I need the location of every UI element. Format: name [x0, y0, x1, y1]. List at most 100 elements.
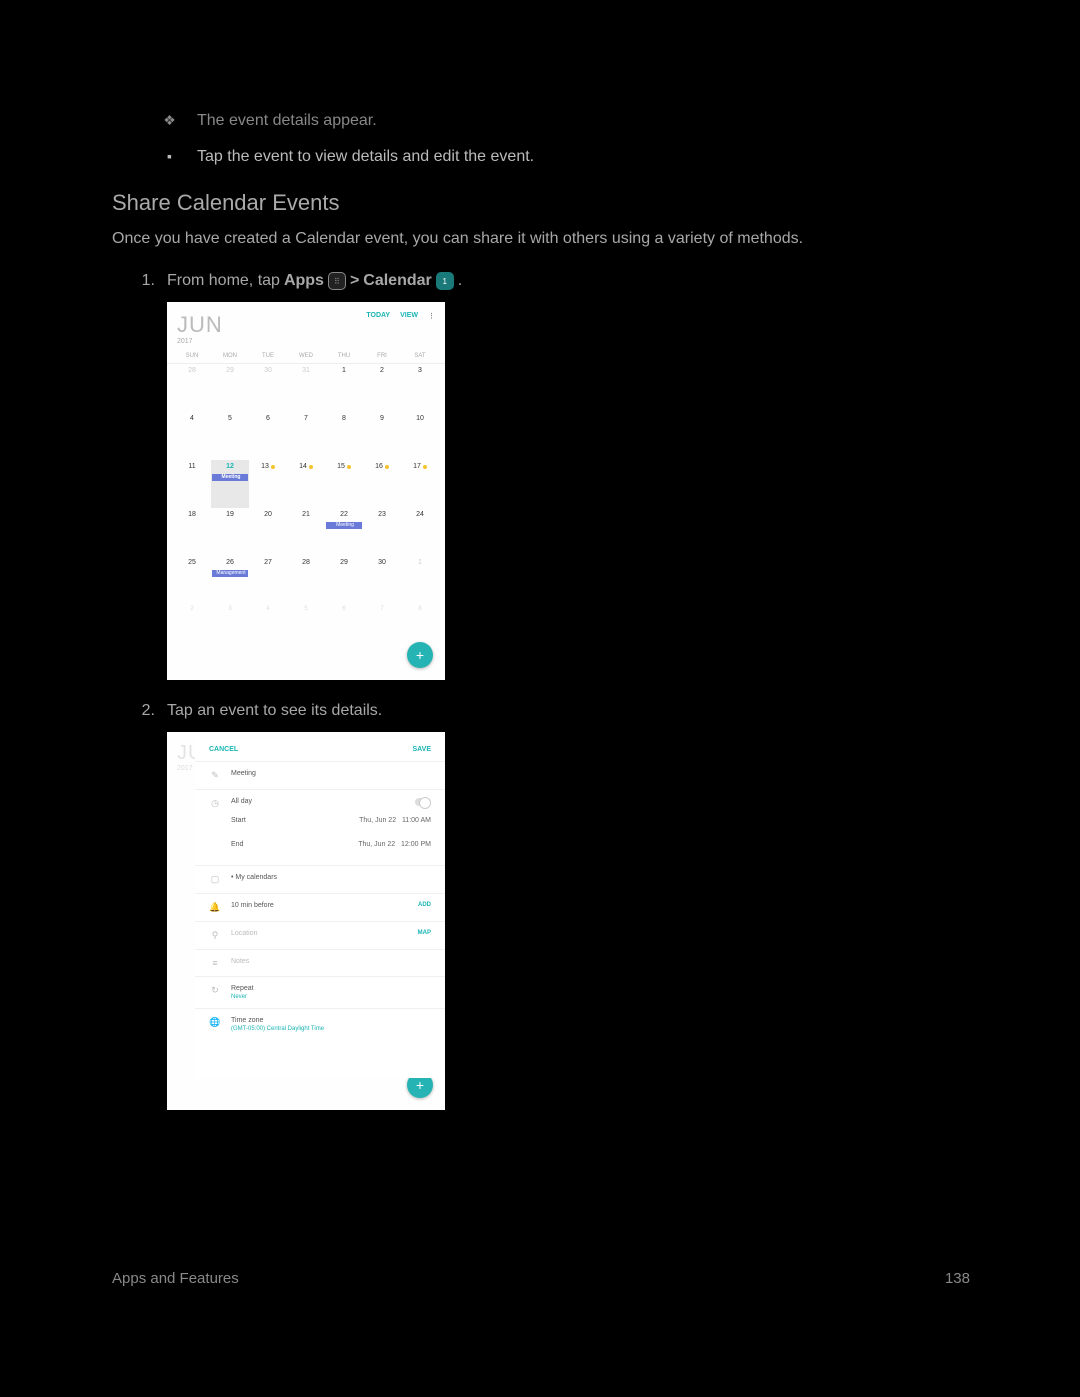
calendar-grid: 28293031123456789101112Meeting1314151617…: [167, 364, 445, 604]
calendar-cell[interactable]: 7: [287, 412, 325, 460]
calendar-cell[interactable]: 31: [287, 364, 325, 412]
calendar-cell[interactable]: 30: [363, 556, 401, 604]
trail-cell: 2: [173, 606, 211, 612]
calendar-cell[interactable]: 6: [249, 412, 287, 460]
calendar-cell[interactable]: 28: [173, 364, 211, 412]
calendar-cell[interactable]: 1: [325, 364, 363, 412]
bullet-tap-event: ▪ Tap the event to view details and edit…: [112, 148, 970, 166]
map-button[interactable]: MAP: [418, 930, 431, 936]
dow-cell: SUN: [173, 353, 211, 359]
calendar-cell[interactable]: 14: [287, 460, 325, 508]
trail-cell: 6: [325, 606, 363, 612]
calendar-cell[interactable]: 19: [211, 508, 249, 556]
calendar-cell[interactable]: 15: [325, 460, 363, 508]
calendar-cell[interactable]: 13: [249, 460, 287, 508]
step-end: .: [458, 272, 462, 290]
calendar-cell[interactable]: 30: [249, 364, 287, 412]
bullet-text: The event details appear.: [197, 112, 970, 130]
calendar-label: Calendar: [363, 272, 431, 290]
apps-label: Apps: [284, 272, 324, 290]
cancel-button[interactable]: CANCEL: [209, 746, 238, 753]
add-event-fab[interactable]: +: [407, 642, 433, 668]
save-button[interactable]: SAVE: [412, 746, 431, 753]
timezone-value: (GMT-05:00) Central Daylight Time: [231, 1026, 431, 1032]
event-edit-modal: CANCEL SAVE ✎ Meeting ◷ All day Start Th…: [195, 738, 445, 1078]
footer-page-number: 138: [945, 1270, 970, 1287]
notes-field[interactable]: Notes: [231, 958, 431, 965]
calendar-cell[interactable]: 29: [325, 556, 363, 604]
calendar-cell[interactable]: 8: [325, 412, 363, 460]
calendar-cell[interactable]: 2: [363, 364, 401, 412]
today-button[interactable]: TODAY: [366, 312, 390, 320]
calendar-cell[interactable]: 11: [173, 460, 211, 508]
calendar-cell[interactable]: 20: [249, 508, 287, 556]
calendar-cell[interactable]: 12Meeting: [211, 460, 249, 508]
calendar-cell[interactable]: 5: [211, 412, 249, 460]
my-calendars[interactable]: • My calendars: [231, 874, 431, 881]
more-icon[interactable]: ⋮: [428, 312, 435, 320]
notes-icon: ≡: [209, 958, 221, 968]
calendar-cell[interactable]: 16: [363, 460, 401, 508]
event-title[interactable]: Meeting: [231, 770, 431, 777]
calendar-cell[interactable]: 29: [211, 364, 249, 412]
trail-cell: 7: [363, 606, 401, 612]
timezone-label[interactable]: Time zone: [231, 1017, 431, 1024]
start-date[interactable]: Thu, Jun 22: [359, 817, 396, 824]
globe-icon: 🌐: [209, 1017, 221, 1028]
month-label: JUN: [177, 312, 223, 338]
dow-cell: THU: [325, 353, 363, 359]
title-icon: ✎: [209, 770, 221, 781]
calendar-cell[interactable]: 24: [401, 508, 439, 556]
calendar-cell[interactable]: 17: [401, 460, 439, 508]
calendar-cell[interactable]: 23: [363, 508, 401, 556]
bullet-text: Tap the event to view details and edit t…: [197, 148, 970, 166]
calendar-cell[interactable]: 1: [401, 556, 439, 604]
event-detail-screenshot: JU 2017 + CANCEL SAVE ✎ Meeting ◷ All da…: [167, 732, 445, 1110]
next-month-row: 2345678: [167, 604, 445, 614]
calendar-cell[interactable]: 21: [287, 508, 325, 556]
separator: >: [350, 272, 359, 290]
calendar-cell[interactable]: 4: [173, 412, 211, 460]
dow-cell: WED: [287, 353, 325, 359]
calendar-cell[interactable]: 22Meeting: [325, 508, 363, 556]
calendar-cell[interactable]: 28: [287, 556, 325, 604]
bullet-event-details: ❖ The event details appear.: [112, 112, 970, 130]
start-time[interactable]: 11:00 AM: [402, 817, 431, 824]
calendar-select-icon: ▢: [209, 874, 221, 885]
calendar-cell[interactable]: 9: [363, 412, 401, 460]
calendar-cell[interactable]: 3: [401, 364, 439, 412]
page-footer: Apps and Features 138: [112, 1270, 970, 1287]
intro-paragraph: Once you have created a Calendar event, …: [112, 228, 970, 250]
step-number: 2.: [112, 702, 167, 720]
all-day-toggle[interactable]: [415, 798, 431, 806]
calendar-icon: 1: [436, 272, 454, 290]
document-page: ❖ The event details appear. ▪ Tap the ev…: [112, 112, 970, 1287]
dow-cell: SAT: [401, 353, 439, 359]
view-button[interactable]: VIEW: [400, 312, 418, 320]
calendar-month-screenshot: JUN 2017 TODAY VIEW ⋮ SUNMONTUEWEDTHUFRI…: [167, 302, 445, 680]
add-reminder-button[interactable]: ADD: [418, 902, 431, 908]
calendar-cell[interactable]: 25: [173, 556, 211, 604]
end-label: End: [231, 841, 348, 848]
location-icon: ⚲: [209, 930, 221, 941]
bell-icon: 🔔: [209, 902, 221, 913]
trail-cell: 8: [401, 606, 439, 612]
event-bar[interactable]: Meeting: [326, 522, 362, 529]
calendar-cell[interactable]: 10: [401, 412, 439, 460]
year-label: 2017: [177, 338, 223, 345]
trail-cell: 3: [211, 606, 249, 612]
calendar-cell[interactable]: 26Management: [211, 556, 249, 604]
diamond-bullet-icon: ❖: [142, 112, 197, 130]
trail-cell: 4: [249, 606, 287, 612]
event-bar[interactable]: Management: [212, 570, 248, 577]
repeat-label[interactable]: Repeat: [231, 985, 431, 992]
trail-cell: 5: [287, 606, 325, 612]
location-field[interactable]: Location: [231, 930, 408, 937]
end-date[interactable]: Thu, Jun 22: [358, 841, 395, 848]
end-time[interactable]: 12:00 PM: [401, 841, 431, 848]
calendar-cell[interactable]: 18: [173, 508, 211, 556]
repeat-value: Never: [231, 994, 431, 1000]
reminder-label[interactable]: 10 min before: [231, 902, 408, 909]
event-bar[interactable]: Meeting: [212, 474, 248, 481]
calendar-cell[interactable]: 27: [249, 556, 287, 604]
